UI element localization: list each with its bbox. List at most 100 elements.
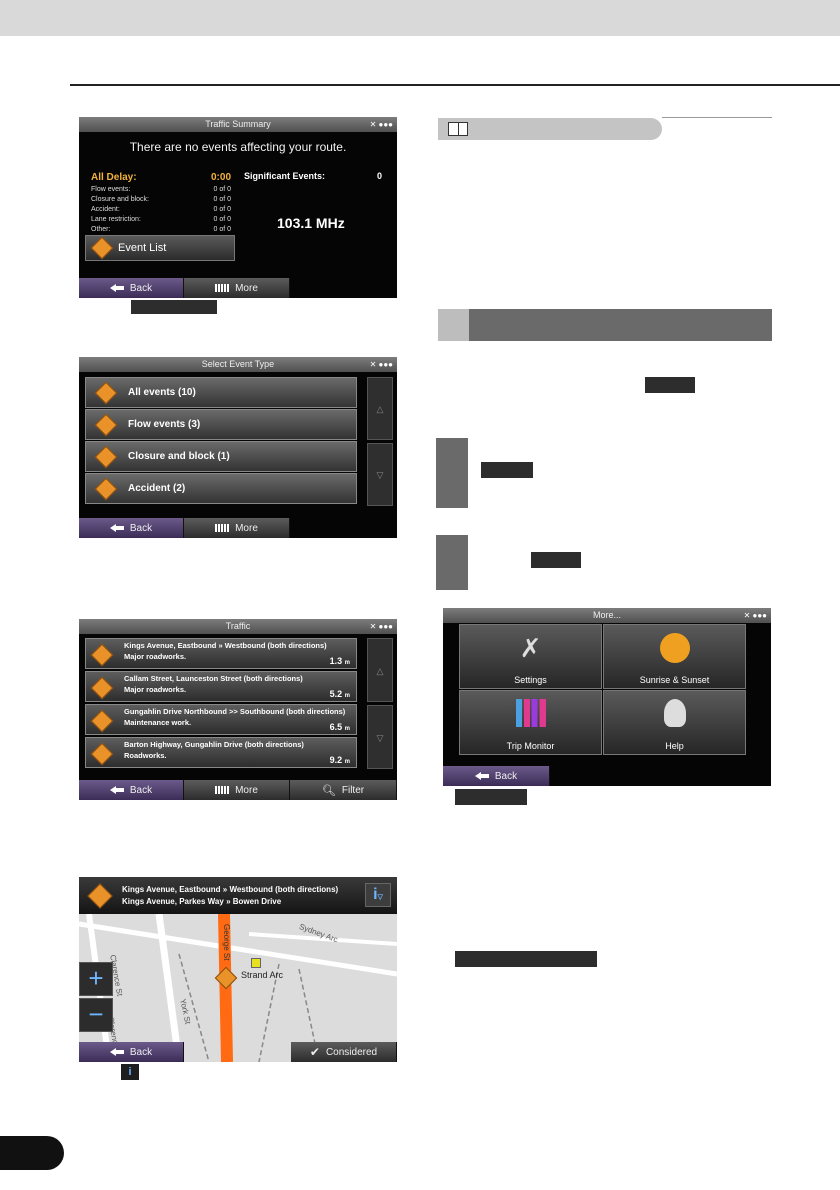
tile-label: Trip Monitor — [506, 741, 555, 751]
back-label: Back — [129, 784, 153, 796]
direction-separator: » — [226, 897, 231, 906]
traffic-list-screen: Traffic ✕ ●●● Kings Avenue, Eastbound » W… — [79, 619, 397, 800]
more-menu-screen: More... ✕ ●●● ✗ Settings Sunrise & Sunset… — [443, 608, 771, 786]
section-heading-bar — [438, 309, 772, 341]
event-distance: 6.5 — [329, 722, 343, 732]
event-distance: 5.2 — [329, 689, 343, 699]
section-chip — [438, 309, 469, 341]
traffic-event-row[interactable]: Gungahlin Drive Northbound >> Southbound… — [85, 704, 357, 735]
step-marker — [436, 438, 468, 508]
more-button[interactable]: More — [184, 518, 290, 538]
roadworks-icon — [90, 709, 114, 733]
event-type-label: Closure and block (1) — [128, 451, 230, 462]
header-rule — [70, 84, 840, 86]
event-list-button[interactable]: Event List — [85, 235, 235, 261]
more-label: More — [235, 522, 258, 534]
map-roads — [79, 914, 397, 1062]
stat-value: 0 of 0 — [213, 226, 231, 233]
back-arrow-icon — [109, 786, 124, 794]
event-distance: 1.3 — [329, 656, 343, 666]
event-type-label: Accident (2) — [128, 483, 186, 494]
event-distance: 9.2 — [329, 755, 343, 765]
map-view[interactable]: Clarence St York St George St Sydney Arc… — [79, 914, 397, 1062]
button-reference-label — [455, 951, 597, 967]
grid-icon — [215, 524, 230, 532]
stat-label: Accident: — [91, 206, 120, 213]
reference-rule — [662, 117, 772, 118]
scroll-up-button[interactable]: △ — [367, 638, 393, 702]
back-button[interactable]: Back — [79, 1042, 184, 1062]
considered-button[interactable]: ✔ Considered — [291, 1042, 397, 1062]
lightbulb-icon — [663, 699, 686, 727]
back-button[interactable]: Back — [79, 518, 184, 538]
event-header: Kings Avenue, Eastbound » Westbound (bot… — [79, 877, 397, 914]
scroll-down-button[interactable]: ▽ — [367, 705, 393, 769]
stat-value: 0 of 0 — [213, 196, 231, 203]
traffic-event-row[interactable]: Callam Street, Launceston Street (both d… — [85, 671, 357, 702]
back-button[interactable]: Back — [79, 278, 184, 298]
back-button[interactable]: Back — [443, 766, 550, 786]
event-description: Roadworks. — [124, 751, 167, 760]
distance-unit: m — [344, 660, 350, 666]
grid-icon — [215, 786, 230, 794]
traffic-map-screen: Kings Avenue, Eastbound » Westbound (bot… — [79, 877, 397, 1062]
tile-label: Settings — [514, 675, 547, 685]
step-marker — [436, 535, 468, 590]
scroll-down-button[interactable]: ▽ — [367, 443, 393, 506]
event-road: Gungahlin Drive Northbound — [124, 707, 227, 716]
status-icons: ✕ ●●● — [369, 360, 393, 369]
status-icons: ✕ ●●● — [369, 120, 393, 129]
flag-icon — [251, 958, 261, 968]
all-delay-value: 0:00 — [210, 172, 231, 183]
book-icon — [448, 122, 468, 136]
back-label: Back — [129, 522, 153, 534]
header-band — [0, 0, 840, 36]
more-button[interactable]: More — [184, 278, 290, 298]
screen-titlebar: More... ✕ ●●● — [443, 608, 771, 623]
bottom-button-bar: Back More 🔍︎ Filter — [79, 780, 397, 800]
help-tile[interactable]: Help — [603, 690, 746, 755]
zoom-in-button[interactable]: + — [79, 962, 113, 996]
bar-chart-icon — [515, 699, 546, 727]
more-button[interactable]: More — [184, 780, 290, 800]
traffic-event-row[interactable]: Kings Avenue, Eastbound » Westbound (bot… — [85, 638, 357, 669]
back-button[interactable]: Back — [79, 780, 184, 800]
event-type-item[interactable]: Flow events (3) — [85, 409, 357, 440]
info-button-reference: i — [121, 1064, 139, 1080]
tile-label: Help — [665, 741, 684, 751]
roadworks-icon — [87, 883, 113, 909]
info-button[interactable]: i▽ — [365, 883, 391, 907]
scroll-up-button[interactable]: △ — [367, 377, 393, 440]
screen-title: Select Event Type — [201, 359, 275, 369]
settings-tile[interactable]: ✗ Settings — [459, 624, 602, 689]
roadworks-icon — [90, 676, 114, 700]
no-events-message: There are no events affecting your route… — [129, 140, 347, 154]
trip-monitor-tile[interactable]: Trip Monitor — [459, 690, 602, 755]
sunrise-sunset-tile[interactable]: Sunrise & Sunset — [603, 624, 746, 689]
traffic-event-row[interactable]: Barton Highway, Gungahlin Drive (both di… — [85, 737, 357, 768]
screen-title: Traffic Summary — [205, 119, 271, 129]
roadworks-icon — [90, 643, 114, 667]
zoom-out-button[interactable]: − — [79, 998, 113, 1032]
event-direction: Bowen Drive — [232, 897, 282, 906]
event-type-item[interactable]: Closure and block (1) — [85, 441, 357, 472]
event-type-item[interactable]: Accident (2) — [85, 473, 357, 504]
button-reference-label — [531, 552, 581, 568]
event-type-item[interactable]: All events (10) — [85, 377, 357, 408]
all-delay-label: All Delay: — [91, 172, 137, 183]
page-number-tab — [0, 1136, 64, 1170]
filter-button[interactable]: 🔍︎ Filter — [290, 780, 397, 800]
bottom-button-bar: Back More — [79, 518, 397, 538]
roadworks-icon — [90, 742, 114, 766]
stat-value: 0 of 0 — [213, 216, 231, 223]
distance-unit: m — [344, 759, 350, 765]
traffic-summary-screen: Traffic Summary ✕ ●●● There are no events… — [79, 117, 397, 298]
traffic-warning-icon — [94, 445, 118, 468]
distance-unit: m — [344, 726, 350, 732]
back-arrow-icon — [474, 772, 489, 780]
back-arrow-icon — [109, 524, 124, 532]
stat-value: 0 of 0 — [213, 186, 231, 193]
event-direction: Westbound (both directions) — [224, 641, 327, 650]
screen-title: Traffic — [225, 621, 251, 631]
screen-titlebar: Traffic Summary ✕ ●●● — [79, 117, 397, 132]
